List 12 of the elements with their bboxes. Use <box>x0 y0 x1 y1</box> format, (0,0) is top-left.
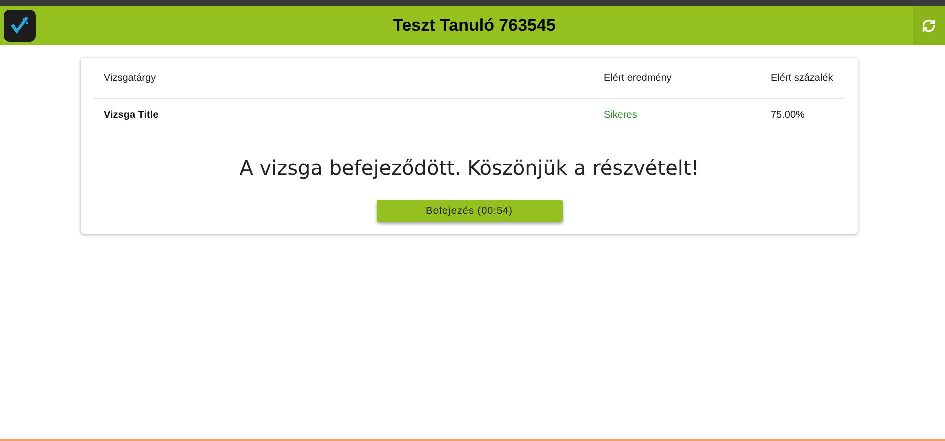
table-cell-text: 75.00% <box>770 108 806 122</box>
app-logo-icon <box>4 10 36 42</box>
refresh-button[interactable] <box>913 6 945 45</box>
finish-button[interactable]: Befejezés (00:54) <box>376 200 562 222</box>
completion-message: A vizsga befejeződött. Köszönjük a részvételt! <box>238 155 700 182</box>
table-cell-text: Sikeres <box>603 108 638 122</box>
column-header: Vizsgatárgy <box>103 72 158 86</box>
refresh-icon <box>922 18 936 32</box>
column-header: Elért százalék <box>770 72 834 86</box>
table-cell-text: Vizsga Title <box>103 108 160 122</box>
column-header: Elért eredmény <box>603 72 673 86</box>
page-title: Teszt Tanuló 763545 <box>392 14 557 37</box>
